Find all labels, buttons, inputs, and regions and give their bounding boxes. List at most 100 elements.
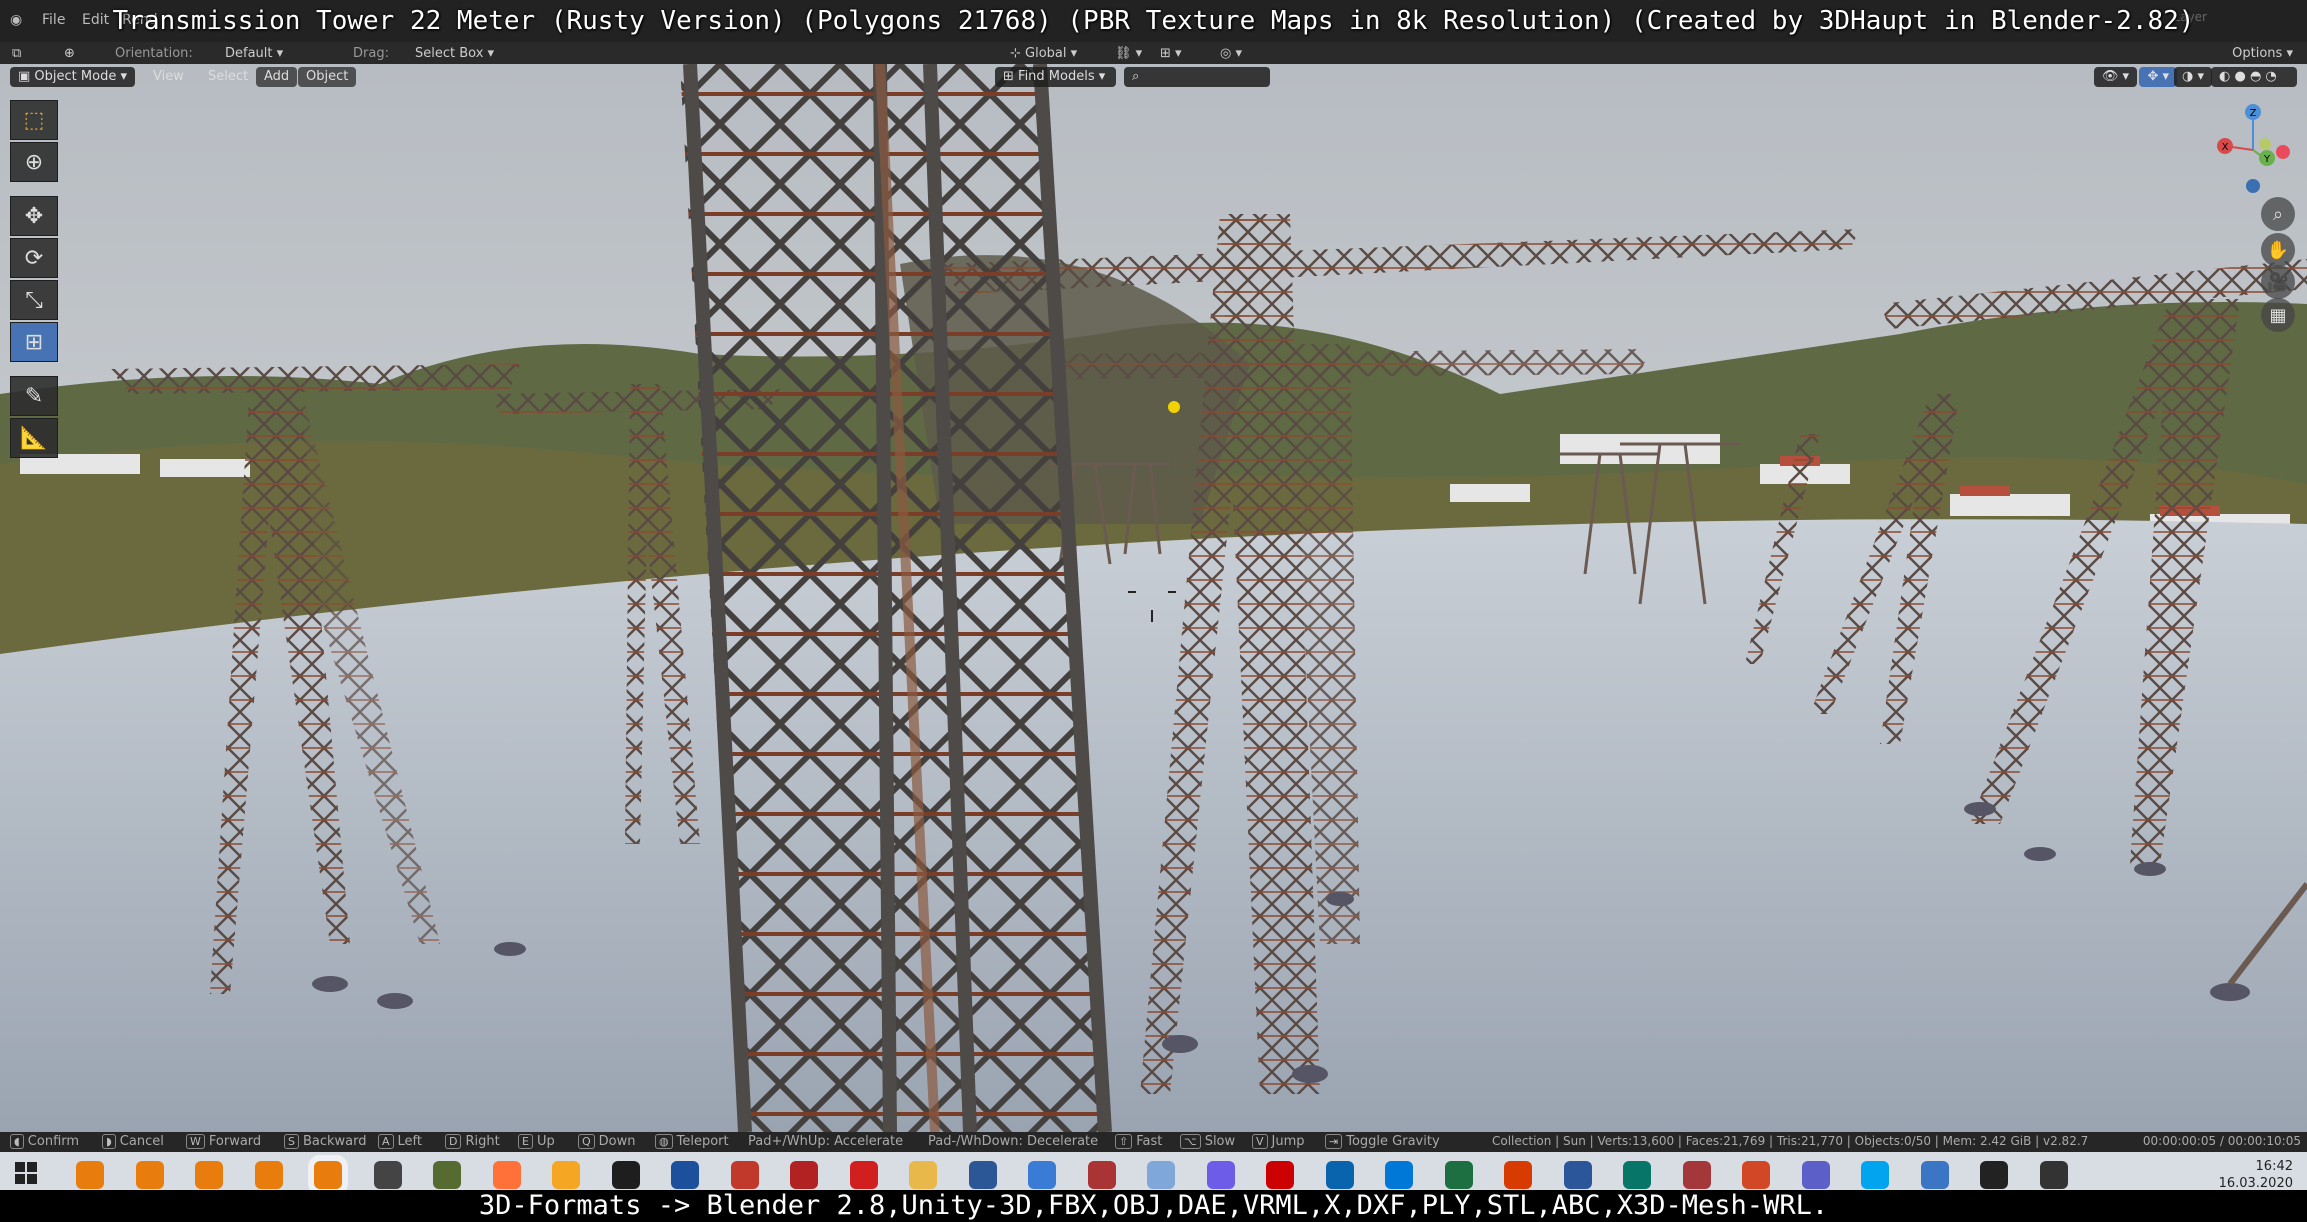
- status-bar: ◖ Confirm ◗ Cancel W Forward S Backward A Lef…: [0, 1132, 2307, 1152]
- transform-tool-icon[interactable]: ⊞: [10, 322, 58, 362]
- taskbar-app-icon[interactable]: [849, 1161, 878, 1189]
- menu-view[interactable]: View: [145, 67, 192, 87]
- gizmo-dropdown[interactable]: ✥ ▾: [2139, 67, 2177, 87]
- taskbar-app-icon[interactable]: [1920, 1161, 1949, 1189]
- pan-hand-icon[interactable]: ✋: [2261, 233, 2295, 267]
- orientation-dropdown[interactable]: Default ▾: [225, 46, 283, 61]
- hint-backward: S Backward: [284, 1134, 367, 1149]
- transform-orientation-dropdown[interactable]: ⊹ Global ▾: [1010, 46, 1077, 61]
- menu-object[interactable]: Object: [298, 67, 357, 87]
- menu-select[interactable]: Select: [200, 67, 256, 87]
- cursor-tool-icon[interactable]: ⊕: [10, 142, 58, 182]
- search-icon: ⌕: [1132, 69, 1140, 84]
- taskbar-app-icon[interactable]: [373, 1161, 402, 1189]
- drag-label: Drag:: [353, 46, 389, 61]
- taskbar-app-icon[interactable]: [1742, 1161, 1770, 1189]
- taskbar-app-icon[interactable]: [552, 1161, 580, 1189]
- tool-shelf: ⬚ ⊕ ✥ ⟳ ⤡ ⊞ ✎ 📐: [10, 100, 60, 460]
- taskbar-app-icon[interactable]: [1504, 1161, 1532, 1189]
- rotate-tool-icon[interactable]: ⟳: [10, 238, 58, 278]
- taskbar-app-icon[interactable]: [1147, 1161, 1175, 1189]
- hint-teleport: ◍ Teleport: [655, 1134, 729, 1149]
- navigation-gizmo[interactable]: Z X Y: [2213, 100, 2293, 196]
- 3d-viewport[interactable]: [0, 64, 2307, 1132]
- gizmo-toggle-icon[interactable]: 👁 ▾: [2093, 67, 2137, 87]
- hint-left: A Left: [378, 1134, 422, 1149]
- hint-gravity: ⇥ Toggle Gravity: [1325, 1134, 1440, 1149]
- tool-header: ⧉ ⊕ Orientation: Default ▾ Drag: Select …: [0, 42, 2307, 64]
- find-models-dropdown[interactable]: ⊞ Find Models ▾: [995, 67, 1116, 87]
- transform-icon[interactable]: ⊕: [64, 46, 75, 61]
- pivot-icon[interactable]: ⛓ ▾: [1115, 46, 1142, 61]
- taskbar-app-icon[interactable]: [1861, 1161, 1889, 1189]
- zoom-icon[interactable]: ⌕: [2261, 197, 2295, 231]
- hint-cancel: ◗ Cancel: [102, 1134, 164, 1149]
- overlay-dropdown[interactable]: ◑ ▾: [2173, 67, 2212, 87]
- gizmo-z-label: Z: [2250, 108, 2257, 119]
- hint-slow: ⌥ Slow: [1180, 1134, 1235, 1149]
- clock-time: 16:42: [2255, 1159, 2293, 1174]
- taskbar-app-icon[interactable]: [1087, 1161, 1116, 1189]
- taskbar-app-icon[interactable]: [433, 1161, 461, 1189]
- hint-fast: ⇧ Fast: [1115, 1134, 1162, 1149]
- scene-stats: Collection | Sun | Verts:13,600 | Faces:…: [1492, 1134, 2089, 1148]
- taskbar-app-icon[interactable]: [1325, 1161, 1354, 1189]
- taskbar-app-icon[interactable]: [1028, 1161, 1056, 1189]
- taskbar-app-icon[interactable]: [1980, 1161, 2008, 1189]
- hint-accelerate: Pad+/WhUp: Accelerate: [748, 1134, 904, 1149]
- gizmo-x-label: X: [2222, 142, 2229, 153]
- taskbar-app-icon[interactable]: [671, 1161, 699, 1189]
- hint-jump: V Jump: [1252, 1134, 1305, 1149]
- search-input[interactable]: ⌕: [1124, 67, 1270, 87]
- taskbar-app-icon[interactable]: [492, 1161, 521, 1189]
- scale-tool-icon[interactable]: ⤡: [10, 280, 58, 320]
- snap-icon[interactable]: ⊞ ▾: [1160, 46, 1182, 61]
- taskbar-app-icon[interactable]: [611, 1161, 640, 1189]
- drag-dropdown[interactable]: Select Box ▾: [415, 46, 494, 61]
- taskbar-app-icon[interactable]: [968, 1161, 997, 1189]
- editor-type-icon[interactable]: ⧉: [12, 46, 21, 61]
- shading-mode-buttons[interactable]: ◐ ● ◓ ◔: [2211, 67, 2297, 87]
- taskbar-app-icon[interactable]: [1563, 1161, 1592, 1189]
- select-box-tool-icon[interactable]: ⬚: [10, 100, 58, 140]
- measure-tool-icon[interactable]: 📐: [10, 418, 58, 458]
- perspective-grid-icon[interactable]: ▦: [2261, 298, 2295, 332]
- windows-start-icon[interactable]: [14, 1161, 42, 1189]
- annotate-tool-icon[interactable]: ✎: [10, 376, 58, 416]
- taskbar-app-icon[interactable]: [1623, 1161, 1651, 1189]
- taskbar-app-icon[interactable]: [254, 1161, 283, 1189]
- hint-right: D Right: [445, 1134, 500, 1149]
- taskbar-app-icon[interactable]: [314, 1161, 342, 1189]
- options-dropdown[interactable]: Options ▾: [2232, 46, 2293, 61]
- system-clock[interactable]: 16:42 16.03.2020: [2219, 1158, 2293, 1192]
- hint-confirm: ◖ Confirm: [10, 1134, 79, 1149]
- taskbar-app-icon[interactable]: [1682, 1161, 1711, 1189]
- scene-render: [0, 64, 2307, 1132]
- taskbar-app-icon[interactable]: [1206, 1161, 1235, 1189]
- hint-decelerate: Pad-/WhDown: Decelerate: [928, 1134, 1099, 1149]
- taskbar-app-icon[interactable]: [135, 1161, 164, 1189]
- taskbar-app-icon[interactable]: [909, 1161, 937, 1189]
- taskbar-app-icon[interactable]: [195, 1161, 223, 1189]
- mouse-icon: ◗: [102, 1134, 116, 1149]
- mode-dropdown[interactable]: ▣ Object Mode ▾: [10, 67, 135, 87]
- title-overlay: Transmission Tower 22 Meter (Rusty Versi…: [112, 6, 2195, 36]
- camera-icon[interactable]: 🎥: [2261, 265, 2295, 299]
- tab-key-icon: ⇥: [1325, 1134, 1343, 1149]
- shift-key-icon: ⇧: [1115, 1134, 1133, 1149]
- mouse-icon: ◖: [10, 1134, 24, 1149]
- menu-add[interactable]: Add: [256, 67, 298, 87]
- tower-foreground: [680, 64, 1112, 1132]
- taskbar-app-icon[interactable]: [1801, 1161, 1830, 1189]
- taskbar-app-icon[interactable]: [2039, 1161, 2068, 1189]
- taskbar-app-icon[interactable]: [1385, 1161, 1413, 1189]
- taskbar-app-icon[interactable]: [1444, 1161, 1473, 1189]
- mouse-icon: ◍: [655, 1134, 673, 1149]
- hint-down: Q Down: [578, 1134, 636, 1149]
- taskbar-app-icon[interactable]: [790, 1161, 818, 1189]
- proportional-edit-icon[interactable]: ◎ ▾: [1220, 46, 1242, 61]
- taskbar-app-icon[interactable]: [76, 1161, 104, 1189]
- taskbar-app-icon[interactable]: [1266, 1161, 1294, 1189]
- taskbar-app-icon[interactable]: [730, 1161, 759, 1189]
- move-tool-icon[interactable]: ✥: [10, 196, 58, 236]
